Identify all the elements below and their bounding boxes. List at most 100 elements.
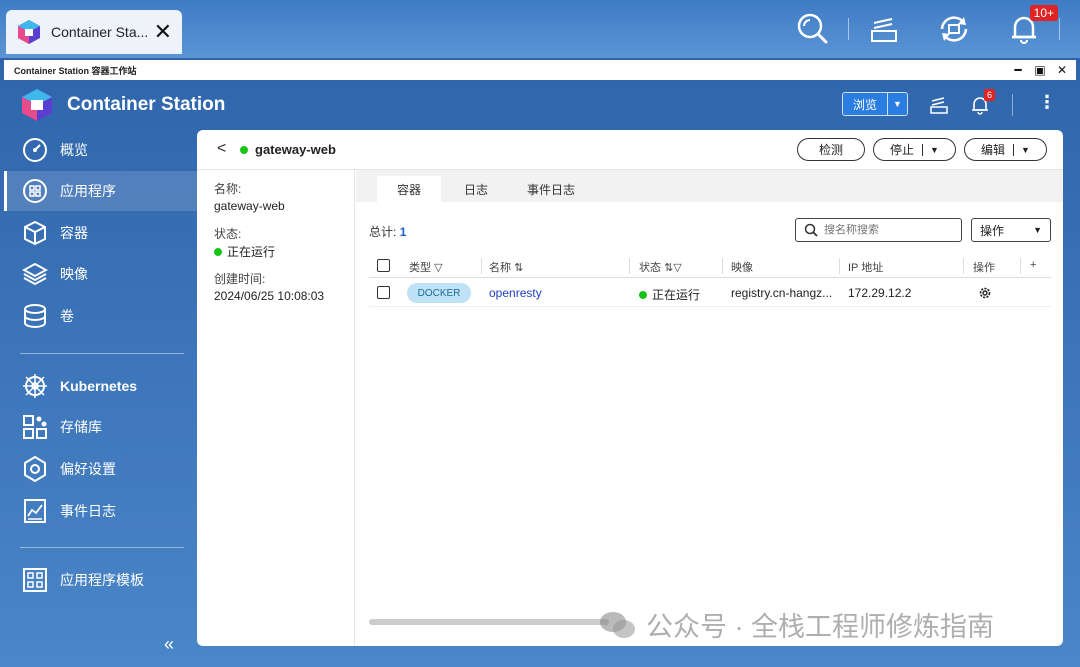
chevron-down-icon: ▼ — [1033, 225, 1042, 235]
search-box[interactable] — [795, 218, 962, 242]
search-icon[interactable] — [795, 11, 831, 47]
column-header-image[interactable]: 映像 — [731, 259, 753, 275]
table-row[interactable]: DOCKER openresty 正在运行 registry.cn-hangz.… — [369, 279, 1051, 307]
maximize-icon[interactable]: ▣ — [1034, 64, 1046, 76]
stop-button[interactable]: 停止 ▼ — [873, 138, 956, 161]
sidebar-item-preferences[interactable]: 偏好设置 — [4, 449, 197, 489]
wechat-icon — [600, 611, 635, 638]
column-label: 类型 — [409, 262, 431, 274]
column-header-name[interactable]: 名称 ⇅ — [489, 259, 523, 275]
notification-bell-icon[interactable]: 10+ — [1006, 5, 1058, 47]
column-label: 操作 — [973, 262, 995, 274]
column-header-ip[interactable]: IP 地址 — [848, 259, 883, 275]
total-value: 1 — [399, 225, 407, 239]
sidebar-item-event-log[interactable]: 事件日志 — [4, 491, 197, 531]
panel-header: < gateway-web 检测 停止 ▼ 编辑 ▼ — [197, 130, 1063, 170]
tab-logs[interactable]: 日志 — [451, 176, 501, 202]
back-arrow-icon[interactable]: < — [217, 140, 226, 158]
column-label: 映像 — [731, 262, 753, 274]
sidebar-item-app-templates[interactable]: 应用程序模板 — [4, 560, 197, 600]
tab-containers[interactable]: 容器 — [377, 176, 441, 202]
total-label: 总计: — [369, 225, 397, 239]
created-value: 2024/06/25 10:08:03 — [214, 289, 325, 303]
edit-label: 编辑 — [981, 143, 1006, 157]
sidebar-item-volumes[interactable]: 卷 — [4, 296, 197, 336]
collapse-sidebar-icon[interactable]: « — [164, 634, 174, 655]
layers-icon — [22, 262, 48, 286]
sidebar-item-images[interactable]: 映像 — [4, 254, 197, 294]
table-header: 类型 ▽ 名称 ⇅ 状态 ⇅▽ 映像 IP 地址 操作 + — [369, 254, 1051, 278]
tab-title: Container Sta... — [51, 24, 148, 40]
sidebar-item-apps[interactable]: 应用程序 — [4, 171, 197, 211]
edit-button[interactable]: 编辑 ▼ — [964, 138, 1047, 161]
status-dot — [214, 248, 222, 256]
column-header-actions: 操作 — [973, 259, 995, 275]
task-stack-icon[interactable] — [928, 94, 950, 116]
header-divider — [1012, 94, 1013, 116]
status-dot — [639, 291, 647, 299]
sidebar-item-label: 应用程序模板 — [60, 572, 144, 588]
tab-label: 事件日志 — [526, 182, 575, 197]
stop-label: 停止 — [890, 143, 915, 157]
container-name-link[interactable]: openresty — [489, 286, 542, 300]
watermark-text: 公众号 · 全栈工程师修炼指南 — [646, 612, 994, 642]
close-icon[interactable]: ✕ — [154, 21, 172, 43]
tab-bar: 容器 日志 事件日志 — [356, 170, 1063, 202]
event-log-icon — [24, 499, 46, 523]
sync-icon[interactable] — [936, 11, 972, 47]
gear-icon[interactable] — [978, 286, 992, 300]
sidebar-item-label: 卷 — [60, 308, 74, 324]
container-icon — [24, 220, 46, 246]
repository-icon — [23, 415, 47, 439]
status-dot — [240, 146, 248, 154]
sidebar-item-label: 存储库 — [60, 419, 102, 435]
chevron-down-icon[interactable]: ▼ — [1013, 143, 1030, 156]
app-name-title: gateway-web — [255, 142, 336, 157]
browser-tab[interactable]: Container Sta... ✕ — [6, 10, 182, 54]
status-value: 正在运行 — [214, 243, 275, 260]
chevron-down-icon[interactable]: ▼ — [887, 93, 907, 115]
notification-badge: 6 — [984, 89, 996, 101]
close-icon[interactable]: ✕ — [1056, 64, 1068, 76]
browse-button[interactable]: 浏览 ▼ — [842, 92, 908, 116]
sidebar-item-repository[interactable]: 存储库 — [4, 407, 197, 447]
column-divider — [839, 258, 840, 274]
template-icon — [23, 568, 47, 592]
detail-panel: < gateway-web 检测 停止 ▼ 编辑 ▼ 名称: gateway-w… — [197, 130, 1063, 646]
watermark: 公众号 · 全栈工程师修炼指南 — [598, 605, 994, 644]
horizontal-scrollbar[interactable] — [369, 619, 609, 625]
column-divider — [1020, 258, 1021, 274]
operations-dropdown[interactable]: 操作 ▼ — [971, 218, 1051, 242]
container-station-logo-icon — [18, 20, 40, 44]
sidebar-item-label: 偏好设置 — [60, 461, 116, 477]
sort-icon[interactable]: ⇅ — [664, 262, 673, 274]
task-stack-icon[interactable] — [866, 11, 902, 47]
minimize-icon[interactable]: ━ — [1012, 64, 1024, 76]
sidebar-item-containers[interactable]: 容器 — [4, 213, 197, 253]
sort-icon[interactable]: ⇅ — [514, 262, 523, 274]
type-badge: DOCKER — [407, 283, 471, 303]
column-divider — [481, 258, 482, 274]
tab-label: 日志 — [463, 182, 488, 197]
tab-event-log[interactable]: 事件日志 — [516, 176, 586, 202]
sidebar-item-kubernetes[interactable]: Kubernetes — [4, 366, 197, 406]
search-icon — [804, 223, 818, 237]
filter-icon[interactable]: ▽ — [434, 262, 442, 274]
sidebar-item-overview[interactable]: 概览 — [4, 130, 197, 170]
column-header-type[interactable]: 类型 ▽ — [409, 259, 443, 275]
toolbar-divider — [1059, 18, 1060, 40]
column-label: 名称 — [489, 262, 511, 274]
check-button[interactable]: 检测 — [797, 138, 865, 161]
select-all-checkbox[interactable] — [377, 259, 390, 272]
add-column-icon[interactable]: + — [1030, 259, 1036, 271]
sidebar-item-label: 事件日志 — [60, 503, 116, 519]
more-vertical-icon[interactable]: ⋮ — [1038, 93, 1056, 111]
chevron-down-icon[interactable]: ▼ — [922, 143, 939, 156]
search-input[interactable] — [824, 224, 954, 236]
sidebar-item-label: 映像 — [60, 266, 88, 282]
column-divider — [629, 258, 630, 274]
row-checkbox[interactable] — [377, 286, 390, 299]
column-header-status[interactable]: 状态 ⇅▽ — [639, 259, 682, 275]
window-title-bar: Container Station 容器工作站 ━ ▣ ✕ — [4, 60, 1076, 80]
filter-icon[interactable]: ▽ — [673, 262, 681, 274]
